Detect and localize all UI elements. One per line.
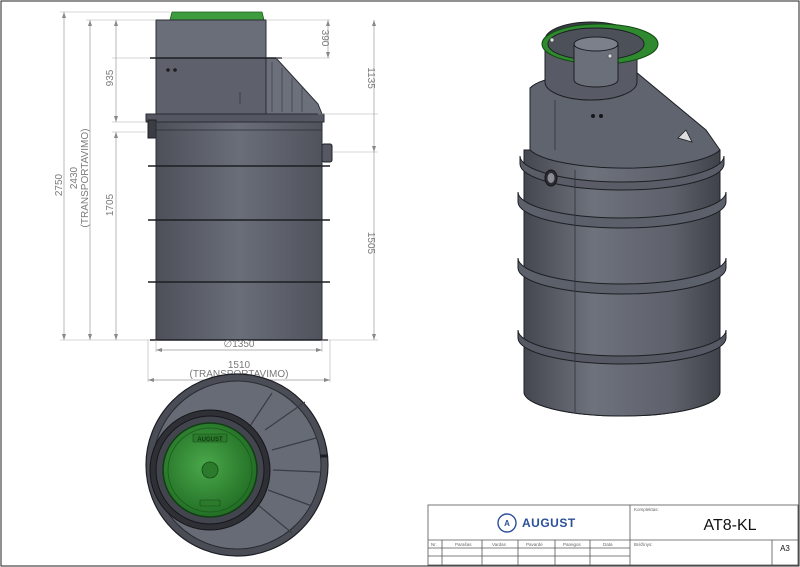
col-nr: Nr.: [431, 542, 437, 547]
dim-1505: 1505: [365, 232, 376, 255]
col-data: Data: [603, 542, 613, 547]
title-block: Nr. Parašas Vardas Pavardė Pareigos Data…: [427, 504, 799, 566]
front-elevation-view: [145, 11, 333, 341]
outlet-pipe: [321, 143, 333, 163]
dim-1705: 1705: [105, 193, 116, 216]
lid-emblem: [201, 461, 219, 479]
technical-drawing-sheet: 2750 2430 (TRANSPORTAVIMO) 935 1705 390 …: [0, 0, 800, 567]
dim-390: 390: [319, 30, 330, 47]
dim-2750: 2750: [54, 173, 65, 196]
tank-shoulder: [265, 57, 323, 115]
dim-935: 935: [105, 69, 116, 86]
tank-body: [155, 121, 323, 341]
top-plan-view: AUGUST: [145, 373, 329, 557]
lid-top-green: [169, 11, 265, 21]
dim-1350: ∅1350: [224, 339, 255, 350]
tank-flange: [145, 113, 325, 123]
inlet-pipe: [147, 119, 157, 139]
title-brand: AUGUST: [522, 516, 576, 530]
tank-upper-left: [155, 57, 267, 115]
vent-hole: [173, 68, 177, 72]
col-parasas: Parašas: [455, 542, 472, 547]
lid-brand-text: AUGUST: [197, 437, 223, 443]
col-vardas: Vardas: [492, 542, 507, 547]
brezinys-label: Brėžinys:: [634, 542, 653, 547]
dim-2430: 2430: [69, 166, 80, 189]
vent-hole: [166, 68, 170, 72]
sheet-size: A3: [780, 544, 790, 553]
title-model: AT8-KL: [703, 517, 756, 534]
svg-text:A: A: [504, 519, 510, 528]
dim-2430-note: (TRANSPORTAVIMO): [80, 129, 91, 228]
isometric-view: [517, 21, 727, 417]
col-pareigos: Pareigos: [563, 542, 582, 547]
col-pavarde: Pavardė: [526, 542, 543, 547]
tank-neck: [155, 19, 267, 59]
dim-1135: 1135: [365, 67, 376, 89]
komplektas-label: Komplektas:: [634, 507, 659, 512]
